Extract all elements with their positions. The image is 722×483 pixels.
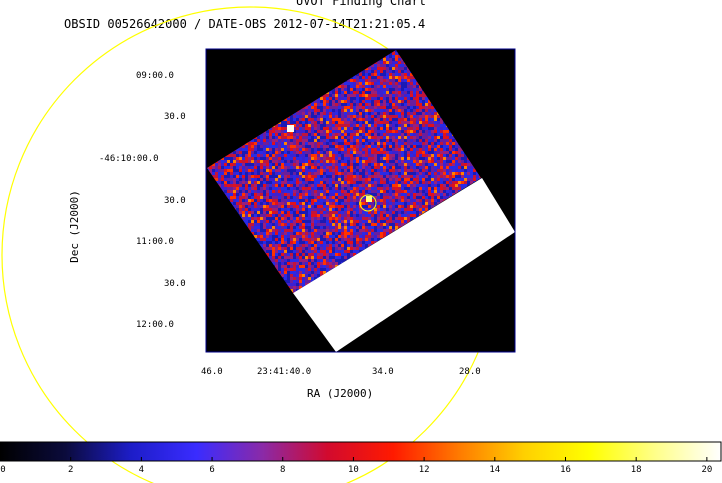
y-tick-label: 12:00.0 <box>136 320 174 330</box>
y-tick-label: 30.0 <box>164 279 186 289</box>
colorbar-tick-label: 10 <box>348 465 359 475</box>
colorbar-tick-label: 20 <box>701 465 713 475</box>
y-tick-label: -46:10:00.0 <box>99 154 159 164</box>
target-source <box>366 196 372 202</box>
y-tick-label: 30.0 <box>164 112 186 122</box>
colorbar-tick-label: 16 <box>560 465 571 475</box>
y-tick-label: 09:00.0 <box>136 71 174 81</box>
y-axis-label: Dec (J2000) <box>67 190 81 263</box>
colorbar-tick-label: 12 <box>418 465 430 475</box>
x-tick-label: 46.0 <box>201 367 223 377</box>
y-tick-label: 30.0 <box>164 196 186 206</box>
colorbar-tick-label: 2 <box>67 465 74 475</box>
x-tick-label: 23:41:40.0 <box>257 367 312 377</box>
bright-source <box>287 125 294 132</box>
y-tick-label: 11:00.0 <box>136 237 174 247</box>
colorbar <box>0 441 722 462</box>
colorbar-tick-label: 6 <box>209 465 215 475</box>
colorbar-tick-label: 8 <box>280 465 286 475</box>
colorbar-tick-label: 4 <box>138 465 145 475</box>
finding-chart <box>0 6 722 483</box>
x-tick-label: 28.0 <box>459 367 481 377</box>
colorbar-tick-label: 18 <box>630 465 642 475</box>
colorbar-tick-label: 0 <box>0 465 6 475</box>
x-tick-label: 34.0 <box>372 367 394 377</box>
x-axis-label: RA (J2000) <box>307 387 374 400</box>
colorbar-tick-label: 14 <box>489 465 501 475</box>
